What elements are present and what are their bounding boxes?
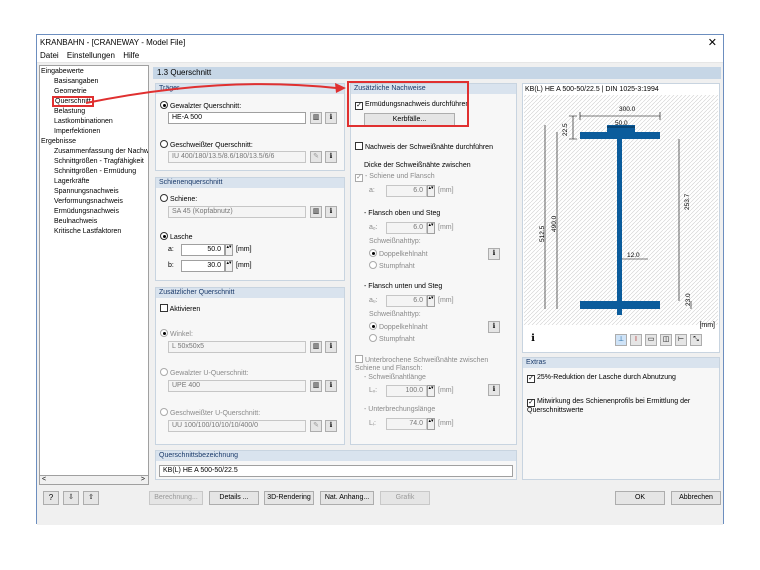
arrow-line <box>85 83 337 104</box>
arrow-head <box>335 83 346 93</box>
annotation-arrow <box>85 83 346 104</box>
